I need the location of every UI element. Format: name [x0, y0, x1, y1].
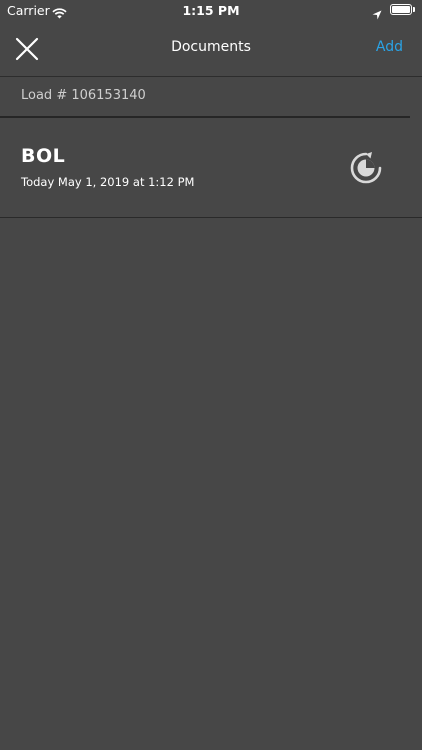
- document-row[interactable]: BOL Today May 1, 2019 at 1:12 PM: [0, 118, 422, 218]
- status-time: 1:15 PM: [182, 3, 240, 18]
- add-button[interactable]: Add: [376, 39, 403, 55]
- row-divider: [0, 217, 422, 218]
- document-date: Today May 1, 2019 at 1:12 PM: [21, 175, 195, 189]
- battery-tip: [413, 7, 415, 12]
- status-bar: Carrier 1:15 PM: [0, 0, 422, 22]
- battery-icon: [390, 4, 412, 15]
- load-header: Load # 106153140: [0, 77, 422, 116]
- sync-icon[interactable]: [349, 151, 383, 185]
- document-title: BOL: [21, 145, 66, 167]
- documents-screen: Carrier 1:15 PM Documents Add Load # 106…: [0, 0, 422, 750]
- page-title: Documents: [171, 39, 251, 55]
- load-number-label: Load # 106153140: [21, 88, 146, 103]
- nav-bar: Documents Add: [0, 22, 422, 76]
